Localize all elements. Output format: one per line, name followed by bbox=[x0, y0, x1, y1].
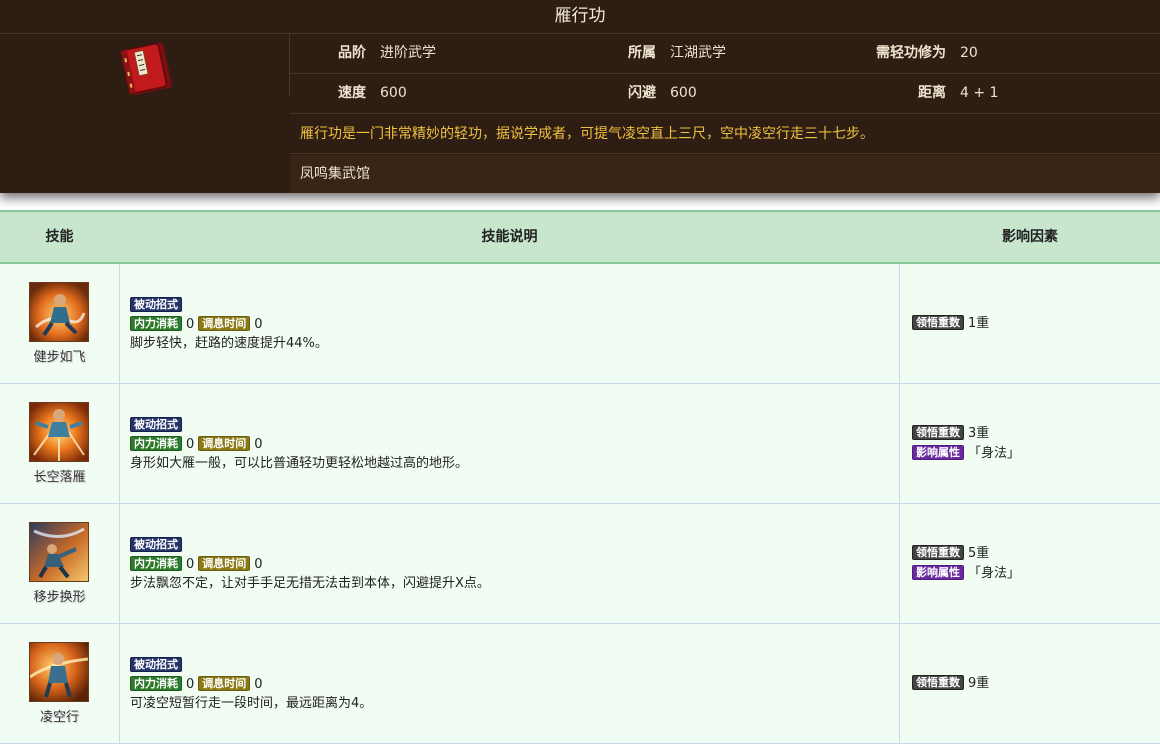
passive-tag: 被动招式 bbox=[130, 537, 182, 552]
stat-speed: 速度 600 bbox=[290, 74, 580, 113]
factors-list: 领悟重数 5重 影响属性 「身法」 bbox=[912, 544, 1024, 584]
skill-cell: 移步换形 bbox=[0, 504, 120, 623]
mp-cost-tag: 内力消耗 bbox=[130, 676, 182, 691]
attribute-value: 「身法」 bbox=[968, 566, 1021, 581]
skill-info: 被动招式 内力消耗 0 调息时间 0 可凌空短暂行走一段时间，最远距离为4。 bbox=[130, 656, 372, 713]
requirement-value: 20 bbox=[960, 45, 978, 61]
skill-icon-shift-form[interactable] bbox=[29, 522, 89, 582]
comprehension-tag: 领悟重数 bbox=[912, 425, 964, 440]
passive-tag: 被动招式 bbox=[130, 417, 182, 432]
skill-icon-sky-walk[interactable] bbox=[29, 642, 89, 702]
skill-name[interactable]: 健步如飞 bbox=[0, 346, 119, 365]
skill-description: 步法飘忽不定，让对手手足无措无法击到本体，闪避提升X点。 bbox=[130, 576, 490, 591]
table-row: 移步换形 被动招式 内力消耗 0 调息时间 0 步法飘忽不定，让对手手足无措无法击到本… bbox=[0, 504, 1160, 624]
cooldown-tag: 调息时间 bbox=[198, 556, 251, 571]
table-row: 健步如飞 被动招式 内力消耗 0 调息时间 0 脚步轻快，赶路的速度提升44%。 领悟… bbox=[0, 264, 1160, 384]
cooldown-value: 0 bbox=[254, 557, 263, 572]
factors-cell: 领悟重数 3重 影响属性 「身法」 bbox=[900, 384, 1160, 503]
stats-row-2: 速度 600 闪避 600 距离 4 + 1 bbox=[290, 74, 1160, 114]
skill-name[interactable]: 移步换形 bbox=[0, 586, 119, 605]
dodge-label: 闪避 bbox=[628, 85, 656, 101]
mp-cost-value: 0 bbox=[186, 557, 195, 572]
mp-cost-tag: 内力消耗 bbox=[130, 556, 182, 571]
skill-info: 被动招式 内力消耗 0 调息时间 0 步法飘忽不定，让对手手足无措无法击到本体，闪避提… bbox=[130, 536, 490, 593]
skill-cell: 凌空行 bbox=[0, 624, 120, 743]
stat-grade: 品阶 进阶武学 bbox=[290, 34, 580, 73]
dodge-value: 600 bbox=[670, 85, 697, 101]
stat-distance: 距离 4 + 1 bbox=[870, 74, 1160, 113]
comprehension-tag: 领悟重数 bbox=[912, 675, 964, 690]
distance-label: 距离 bbox=[918, 85, 946, 101]
header-description: 技能说明 bbox=[481, 229, 538, 245]
factors-list: 领悟重数 9重 bbox=[912, 674, 993, 694]
distance-value: 4 + 1 bbox=[960, 85, 999, 101]
grade-label: 品阶 bbox=[338, 45, 366, 61]
page-title: 雁行功 bbox=[0, 0, 1160, 34]
speed-label: 速度 bbox=[338, 85, 366, 101]
skill-icon-falling-goose[interactable] bbox=[29, 402, 89, 462]
stats-row-1: 品阶 进阶武学 所属 江湖武学 需轻功修为 20 bbox=[290, 34, 1160, 74]
factors-cell: 领悟重数 1重 bbox=[900, 264, 1160, 383]
grade-value: 进阶武学 bbox=[380, 45, 436, 61]
mp-cost-tag: 内力消耗 bbox=[130, 436, 182, 451]
belong-value: 江湖武学 bbox=[670, 45, 726, 61]
comprehension-tag: 领悟重数 bbox=[912, 315, 964, 330]
skills-table: 技能 技能说明 影响因素 健步如飞 被动招式 内力消耗 0 调息时间 0 脚步轻… bbox=[0, 210, 1160, 744]
skill-cell: 健步如飞 bbox=[0, 264, 120, 383]
stat-belong: 所属 江湖武学 bbox=[580, 34, 870, 73]
skill-description: 身形如大雁一般，可以比普通轻功更轻松地越过高的地形。 bbox=[130, 456, 469, 471]
comprehension-tag: 领悟重数 bbox=[912, 545, 964, 560]
mp-cost-value: 0 bbox=[186, 317, 195, 332]
skill-detail-cell: 被动招式 内力消耗 0 调息时间 0 脚步轻快，赶路的速度提升44%。 bbox=[120, 264, 900, 383]
table-header: 技能 技能说明 影响因素 bbox=[0, 212, 1160, 264]
mp-cost-value: 0 bbox=[186, 677, 195, 692]
comprehension-value: 3重 bbox=[968, 426, 990, 441]
skill-book-card: 雁行功 品阶 进阶武学 所属 江湖武学 需轻功修为 20 速度 600 闪避 6… bbox=[0, 0, 1160, 193]
stat-requirement: 需轻功修为 20 bbox=[870, 34, 1160, 73]
attribute-tag: 影响属性 bbox=[912, 445, 964, 460]
cooldown-value: 0 bbox=[254, 437, 263, 452]
factors-list: 领悟重数 1重 bbox=[912, 314, 993, 334]
skill-description: 可凌空短暂行走一段时间，最远距离为4。 bbox=[130, 696, 373, 711]
speed-value: 600 bbox=[380, 85, 407, 101]
stat-dodge: 闪避 600 bbox=[580, 74, 870, 113]
passive-tag: 被动招式 bbox=[130, 657, 182, 672]
factors-cell: 领悟重数 9重 bbox=[900, 624, 1160, 743]
book-description: 雁行功是一门非常精妙的轻功，据说学成者，可提气凌空直上三尺，空中凌空行走三十七步… bbox=[290, 114, 1160, 154]
comprehension-value: 9重 bbox=[968, 676, 990, 691]
book-icon-cell bbox=[0, 34, 289, 97]
cooldown-tag: 调息时间 bbox=[198, 436, 251, 451]
belong-label: 所属 bbox=[628, 45, 656, 61]
skill-name[interactable]: 长空落雁 bbox=[0, 466, 119, 485]
skill-info: 被动招式 内力消耗 0 调息时间 0 脚步轻快，赶路的速度提升44%。 bbox=[130, 296, 328, 353]
skill-detail-cell: 被动招式 内力消耗 0 调息时间 0 身形如大雁一般，可以比普通轻功更轻松地越过高的地… bbox=[120, 384, 900, 503]
attribute-value: 「身法」 bbox=[968, 446, 1021, 461]
book-source-link[interactable]: 凤鸣集武馆 bbox=[290, 155, 1160, 193]
table-row: 凌空行 被动招式 内力消耗 0 调息时间 0 可凌空短暂行走一段时间，最远距离为4。 … bbox=[0, 624, 1160, 744]
skill-detail-cell: 被动招式 内力消耗 0 调息时间 0 可凌空短暂行走一段时间，最远距离为4。 bbox=[120, 624, 900, 743]
skill-detail-cell: 被动招式 内力消耗 0 调息时间 0 步法飘忽不定，让对手手足无措无法击到本体，闪避提… bbox=[120, 504, 900, 623]
skill-description: 脚步轻快，赶路的速度提升44%。 bbox=[130, 336, 328, 351]
cooldown-tag: 调息时间 bbox=[198, 316, 251, 331]
factors-cell: 领悟重数 5重 影响属性 「身法」 bbox=[900, 504, 1160, 623]
table-row: 长空落雁 被动招式 内力消耗 0 调息时间 0 身形如大雁一般，可以比普通轻功更轻松地… bbox=[0, 384, 1160, 504]
cooldown-tag: 调息时间 bbox=[198, 676, 251, 691]
comprehension-value: 1重 bbox=[968, 316, 990, 331]
requirement-label: 需轻功修为 bbox=[876, 45, 946, 61]
cooldown-value: 0 bbox=[254, 317, 263, 332]
skill-icon-sprint[interactable] bbox=[29, 282, 89, 342]
header-factors: 影响因素 bbox=[1002, 229, 1058, 245]
header-skill: 技能 bbox=[45, 229, 74, 245]
skill-name[interactable]: 凌空行 bbox=[0, 706, 119, 725]
factors-list: 领悟重数 3重 影响属性 「身法」 bbox=[912, 424, 1024, 464]
skill-cell: 长空落雁 bbox=[0, 384, 120, 503]
attribute-tag: 影响属性 bbox=[912, 565, 964, 580]
mp-cost-tag: 内力消耗 bbox=[130, 316, 182, 331]
passive-tag: 被动招式 bbox=[130, 297, 182, 312]
comprehension-value: 5重 bbox=[968, 546, 990, 561]
book-icon bbox=[120, 42, 172, 95]
skill-info: 被动招式 内力消耗 0 调息时间 0 身形如大雁一般，可以比普通轻功更轻松地越过高的地… bbox=[130, 416, 468, 473]
mp-cost-value: 0 bbox=[186, 437, 195, 452]
cooldown-value: 0 bbox=[254, 677, 263, 692]
